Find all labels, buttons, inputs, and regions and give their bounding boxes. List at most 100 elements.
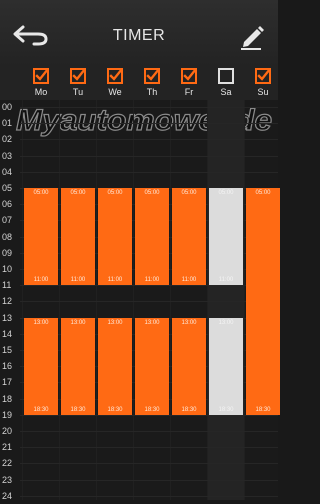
hour-label: 23 <box>2 474 13 485</box>
slot-end-time: 18:30 <box>181 406 197 413</box>
slot-end-time: 11:00 <box>218 277 234 284</box>
day-label: Sa <box>220 87 232 97</box>
inactive-day-column <box>207 100 245 500</box>
mowing-slot-sa-1[interactable]: 05:00 11:00 <box>209 188 243 286</box>
slot-start-time: 05:00 <box>181 190 197 196</box>
mowing-slot-fr-1[interactable]: 05:00 11:00 <box>172 188 206 286</box>
hour-label: 15 <box>2 345 13 355</box>
slot-start-time: 05:00 <box>218 190 234 196</box>
grid-column-divider <box>207 100 208 500</box>
hour-label: 19 <box>2 409 13 420</box>
hour-gridline <box>20 463 278 465</box>
mowing-slot-tu-2[interactable]: 13:00 18:30 <box>61 317 95 415</box>
edit-button[interactable] <box>236 20 268 52</box>
hour-label: 24 <box>2 490 13 501</box>
day-label: We <box>108 87 122 97</box>
hour-gridline <box>20 447 278 449</box>
slot-end-time: 11:00 <box>70 277 86 284</box>
grid-column-divider <box>244 100 245 500</box>
slot-end-time: 18:30 <box>107 406 123 413</box>
mowing-slot-mo-2[interactable]: 13:00 18:30 <box>24 317 58 415</box>
mowing-slot-we-2[interactable]: 13:00 18:30 <box>98 317 132 415</box>
slot-start-time: 13:00 <box>70 319 86 326</box>
pencil-icon <box>241 26 264 50</box>
schedule-grid: Myautomower.de 00 01 02 03 04 05 06 07 08 09 10 11 1… <box>0 100 280 501</box>
slot-end-time: 11:00 <box>181 277 197 284</box>
checkbox-checked-icon[interactable] <box>70 67 87 84</box>
mowing-slot-th-2[interactable]: 13:00 18:30 <box>135 317 169 415</box>
hour-label: 07 <box>2 215 13 226</box>
hour-label: 04 <box>2 166 13 177</box>
hour-gridline <box>20 495 278 497</box>
mowing-slot-tu-1[interactable]: 05:00 11:00 <box>61 188 95 286</box>
slot-start-time: 13:00 <box>33 319 49 326</box>
hour-label: 17 <box>2 377 13 388</box>
day-toggle-we[interactable]: We <box>98 66 132 100</box>
day-toggle-sa[interactable]: Sa <box>209 66 243 100</box>
grid-column-divider <box>133 100 134 500</box>
day-toggle-th[interactable]: Th <box>135 66 169 100</box>
hour-label: 12 <box>2 296 13 307</box>
hour-label: 01 <box>2 118 13 129</box>
hour-label: 05 <box>2 183 13 193</box>
grid-column-divider <box>96 100 97 500</box>
hour-label: 09 <box>2 247 13 258</box>
hour-label: 14 <box>2 328 13 339</box>
slot-start-time: 05:00 <box>107 190 123 196</box>
slot-start-time: 05:00 <box>255 190 271 196</box>
slot-end-time: 11:00 <box>33 277 49 284</box>
day-toggle-fr[interactable]: Fr <box>172 66 206 100</box>
slot-end-time: 18:30 <box>218 406 234 413</box>
day-toggle-tu[interactable]: Tu <box>61 66 95 100</box>
hour-label: 03 <box>2 150 13 161</box>
checkbox-checked-icon[interactable] <box>255 67 272 84</box>
hour-label: 06 <box>2 199 13 210</box>
hour-label: 02 <box>2 134 13 145</box>
mowing-slot-we-1[interactable]: 05:00 11:00 <box>98 188 132 286</box>
day-label: Tu <box>72 87 84 97</box>
hour-label: 13 <box>2 312 13 323</box>
day-label: Fr <box>184 87 194 97</box>
day-toggle-mo[interactable]: Mo <box>24 66 58 100</box>
checkbox-unchecked-icon[interactable] <box>218 68 234 84</box>
day-label: Su <box>257 87 269 97</box>
hour-gridline <box>20 479 278 481</box>
mowing-slot-th-1[interactable]: 05:00 11:00 <box>135 188 169 286</box>
slot-end-time: 18:30 <box>144 406 160 413</box>
mowing-slot-sa-2[interactable]: 13:00 18:30 <box>209 317 243 415</box>
hour-label: 00 <box>2 102 13 112</box>
hour-label: 16 <box>2 361 13 372</box>
hour-gridline <box>20 139 278 141</box>
mowing-slot-fr-2[interactable]: 13:00 18:30 <box>172 317 206 415</box>
slot-end-time: 11:00 <box>144 277 160 284</box>
hour-gridline <box>20 107 278 108</box>
slot-start-time: 05:00 <box>70 190 86 196</box>
grid-column-divider <box>170 100 171 500</box>
hour-gridline <box>20 285 278 287</box>
slot-end-time: 18:30 <box>33 406 49 413</box>
app-header: TIMER <box>0 0 278 66</box>
slot-start-time: 13:00 <box>107 319 123 326</box>
slot-end-time: 11:00 <box>107 277 123 284</box>
hour-label: 11 <box>2 280 12 291</box>
hour-label: 10 <box>2 264 13 274</box>
hour-label: 18 <box>2 393 13 404</box>
hour-gridline <box>20 414 278 416</box>
slot-start-time: 05:00 <box>33 190 49 196</box>
checkbox-checked-icon[interactable] <box>144 67 161 84</box>
day-toggle-su[interactable]: Su <box>246 66 280 100</box>
checkbox-checked-icon[interactable] <box>33 67 50 84</box>
checkbox-checked-icon[interactable] <box>107 67 124 84</box>
mowing-slot-su-1[interactable]: 05:00 18:30 <box>246 188 280 415</box>
checkbox-checked-icon[interactable] <box>181 67 198 84</box>
hour-gridline <box>20 171 278 173</box>
slot-end-time: 18:30 <box>70 406 86 413</box>
slot-start-time: 13:00 <box>218 319 234 326</box>
hour-gridline <box>20 155 278 157</box>
day-label: Mo <box>34 87 48 97</box>
grid-column-divider <box>22 100 23 500</box>
hour-label: 22 <box>2 458 13 469</box>
slot-start-time: 13:00 <box>181 319 197 326</box>
day-selector: Mo Tu We Th Fr Sa Su <box>0 66 278 100</box>
mowing-slot-mo-1[interactable]: 05:00 11:00 <box>24 188 58 286</box>
